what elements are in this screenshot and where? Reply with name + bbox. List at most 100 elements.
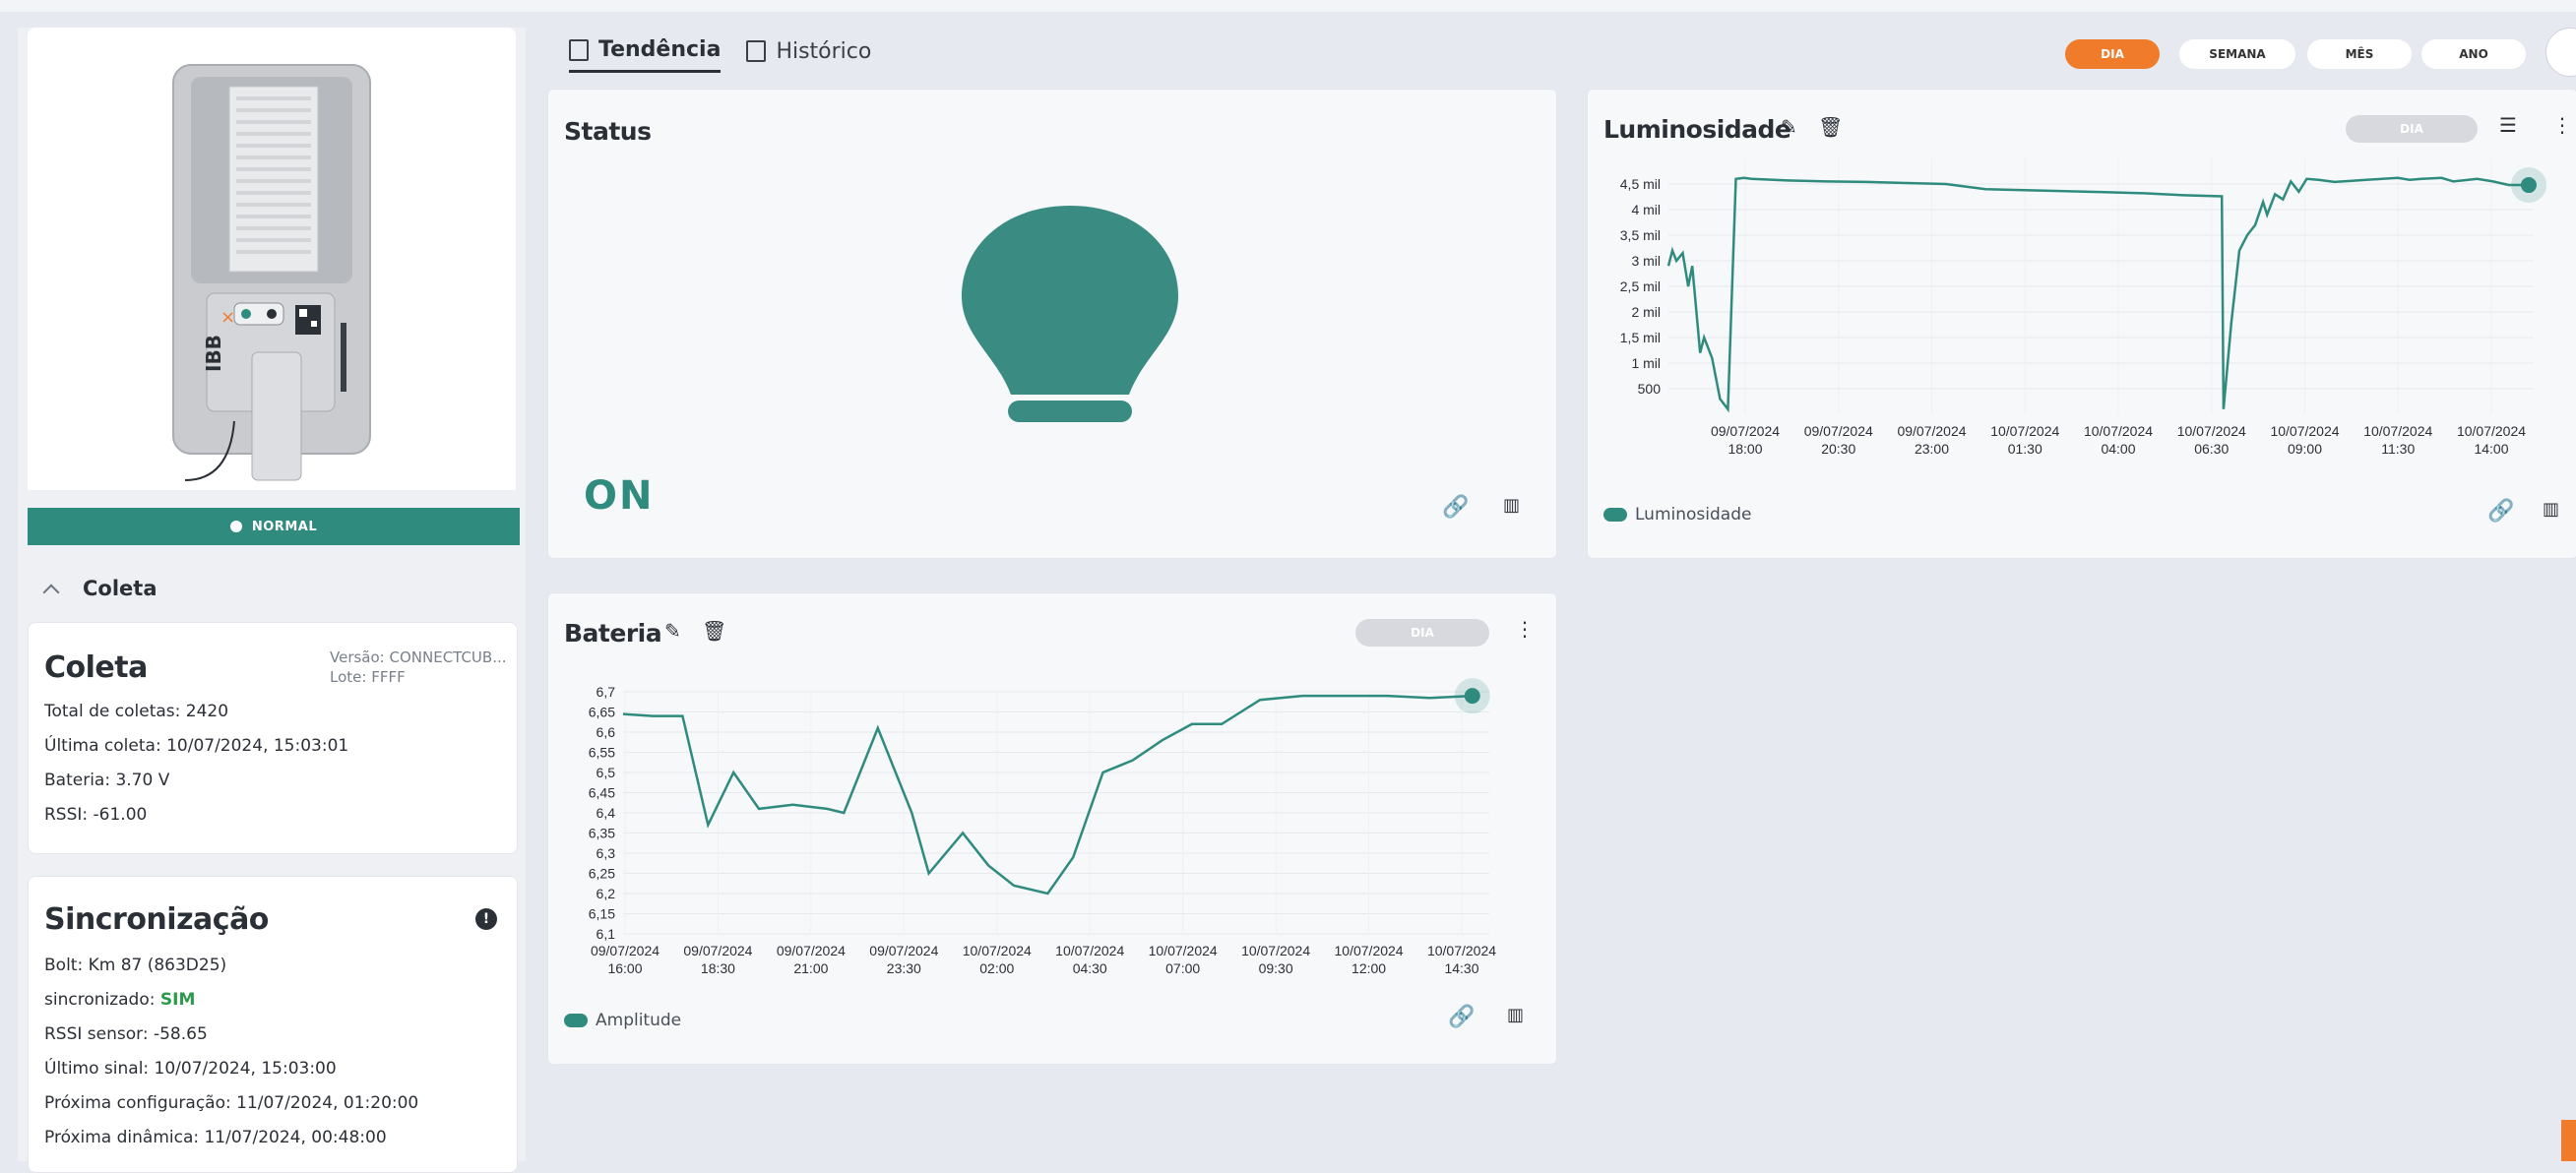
orange-corner-tab[interactable] — [2561, 1120, 2576, 1161]
brand-label: IBB — [202, 335, 225, 372]
x-tick-label: 14:30 — [1444, 960, 1478, 976]
trash-icon[interactable]: 🗑 — [702, 619, 726, 643]
x-tick-label: 10/07/2024 — [2270, 423, 2339, 439]
tab-tendencia[interactable]: Tendência — [569, 37, 722, 73]
x-tick-label: 02:00 — [979, 960, 1014, 976]
more-vertical-icon[interactable]: ⋮ — [1515, 617, 1535, 641]
x-tick-label: 20:30 — [1821, 441, 1855, 457]
link-icon[interactable]: 🔗 — [1448, 1005, 1475, 1029]
more-vertical-icon[interactable]: ⋮ — [2552, 113, 2572, 137]
link-icon[interactable]: 🔗 — [2487, 499, 2514, 524]
period-dia-button[interactable]: DIA — [2065, 39, 2160, 69]
status-badge: NORMAL — [28, 508, 520, 545]
bateria-legend: Amplitude — [564, 1011, 681, 1030]
y-tick-label: 2 mil — [1631, 304, 1661, 320]
coleta-section-label: Coleta — [83, 577, 157, 600]
bar-chart-icon[interactable]: ▥ — [1503, 495, 1520, 516]
bar-chart-icon[interactable]: ▥ — [2543, 499, 2559, 520]
y-tick-label: 3 mil — [1631, 253, 1661, 269]
y-tick-label: 6,2 — [597, 886, 616, 901]
status-label: NORMAL — [251, 519, 318, 534]
clipboard-icon — [746, 40, 767, 62]
x-tick-label: 12:00 — [1351, 960, 1386, 976]
x-tick-label: 11:30 — [2381, 441, 2415, 457]
sincronizacao-card: Sincronização ! Bolt: Km 87 (863D25) sin… — [28, 876, 518, 1173]
luminosidade-chart: 500 1 mil 1,5 mil 2 mil 2,5 mil 3 mil 3,5 mil 4… — [1620, 158, 2546, 457]
tab-historico-label: Histórico — [776, 38, 872, 64]
coleta-total: Total de coletas: 2420 — [44, 702, 229, 721]
bar-chart-icon[interactable]: ▥ — [1507, 1005, 1524, 1025]
top-band — [0, 0, 2576, 12]
y-tick-label: 2,5 mil — [1620, 278, 1661, 294]
x-tick-label: 10/07/2024 — [1055, 943, 1124, 958]
x-tick-label: 10/07/2024 — [1149, 943, 1218, 958]
y-tick-label: 500 — [1638, 381, 1662, 397]
chart-icon — [569, 38, 589, 61]
x-tick-label: 18:00 — [1728, 441, 1762, 457]
x-tick-label: 10/07/2024 — [1241, 943, 1310, 958]
x-tick-label: 09/07/2024 — [869, 943, 938, 958]
luminosidade-period-pill[interactable]: DIA — [2346, 115, 2478, 143]
y-tick-label: 6,5 — [597, 765, 616, 780]
chevron-up-icon — [42, 584, 60, 601]
status-widget: Status ON 🔗 ▥ — [547, 89, 1557, 559]
sync-proxima-dinamica: Próxima dinâmica: 11/07/2024, 00:48:00 — [44, 1128, 387, 1147]
legend-swatch — [1603, 508, 1627, 522]
lightbulb-icon — [962, 206, 1178, 422]
period-semana-button[interactable]: SEMANA — [2179, 39, 2295, 69]
legend-label: Amplitude — [596, 1011, 682, 1030]
pencil-icon[interactable]: ✎ — [1781, 115, 1797, 139]
luminosidade-widget-title: Luminosidade — [1603, 115, 1791, 144]
x-tick-label: 10/07/2024 — [2084, 423, 2153, 439]
x-tick-label: 09/07/2024 — [1897, 423, 1966, 439]
coleta-versao: Versão: CONNECTCUB... — [330, 648, 507, 666]
tab-historico[interactable]: Histórico — [746, 37, 871, 73]
x-tick-label: 06:30 — [2194, 441, 2229, 457]
coleta-section-toggle[interactable]: Coleta — [42, 577, 157, 601]
bateria-period-pill[interactable]: DIA — [1355, 619, 1489, 647]
coleta-lote: Lote: FFFF — [330, 668, 406, 686]
link-icon[interactable]: 🔗 — [1442, 495, 1469, 520]
x-tick-label: 23:30 — [887, 960, 921, 976]
coleta-card: Coleta Versão: CONNECTCUB... Lote: FFFF … — [28, 622, 518, 854]
y-tick-label: 6,45 — [589, 785, 615, 801]
x-tick-label: 09/07/2024 — [777, 943, 846, 958]
view-tabs: Tendência Histórico — [569, 37, 871, 73]
status-dot-icon — [229, 521, 242, 532]
y-tick-label: 6,35 — [589, 826, 615, 841]
y-tick-label: 6,55 — [589, 745, 615, 761]
y-tick-label: 1 mil — [1631, 355, 1661, 371]
x-tick-label: 23:00 — [1915, 441, 1949, 457]
y-tick-label: 6,15 — [589, 906, 615, 922]
x-tick-label: 09:00 — [2288, 441, 2322, 457]
luminosidade-legend: Luminosidade — [1603, 505, 1751, 525]
sync-proxima-config: Próxima configuração: 11/07/2024, 01:20:… — [44, 1093, 419, 1113]
x-tick-label: 10/07/2024 — [963, 943, 1032, 958]
device-panel: IBB × NORMAL Coleta Coleta Versão: CONNE… — [18, 28, 526, 1173]
x-tick-label: 10/07/2024 — [2363, 423, 2432, 439]
y-tick-label: 3,5 mil — [1620, 227, 1661, 243]
coleta-bateria: Bateria: 3.70 V — [44, 771, 170, 790]
sync-rssi-sensor: RSSI sensor: -58.65 — [44, 1024, 208, 1044]
coleta-ultima: Última coleta: 10/07/2024, 15:03:01 — [44, 736, 349, 756]
bateria-widget-title: Bateria — [564, 619, 662, 648]
x-tick-label: 09/07/2024 — [591, 943, 660, 958]
sync-bolt: Bolt: Km 87 (863D25) — [44, 956, 227, 975]
series-line — [1666, 176, 2529, 413]
legend-swatch — [564, 1014, 588, 1027]
period-ano-button[interactable]: ANO — [2421, 39, 2526, 69]
x-tick-label: 10/07/2024 — [2177, 423, 2246, 439]
edit-dashboard-button[interactable] — [2545, 28, 2576, 77]
info-icon[interactable]: ! — [475, 908, 497, 930]
x-tick-label: 10/07/2024 — [1427, 943, 1496, 958]
x-tick-label: 14:00 — [2474, 441, 2508, 457]
trash-icon[interactable]: 🗑 — [1818, 115, 1843, 139]
legend-label: Luminosidade — [1635, 505, 1752, 525]
pencil-icon[interactable]: ✎ — [664, 619, 681, 643]
filter-settings-icon[interactable]: ☰ — [2499, 113, 2517, 137]
bateria-widget: Bateria ✎ 🗑 DIA ⋮ 6,1 6,15 6,2 6,25 6,3 6,35 6… — [547, 592, 1557, 1065]
period-mes-button[interactable]: MÊS — [2307, 39, 2412, 69]
last-point-marker — [2520, 177, 2537, 194]
sync-status-value: SIM — [159, 990, 196, 1010]
y-tick-label: 6,7 — [597, 684, 616, 700]
